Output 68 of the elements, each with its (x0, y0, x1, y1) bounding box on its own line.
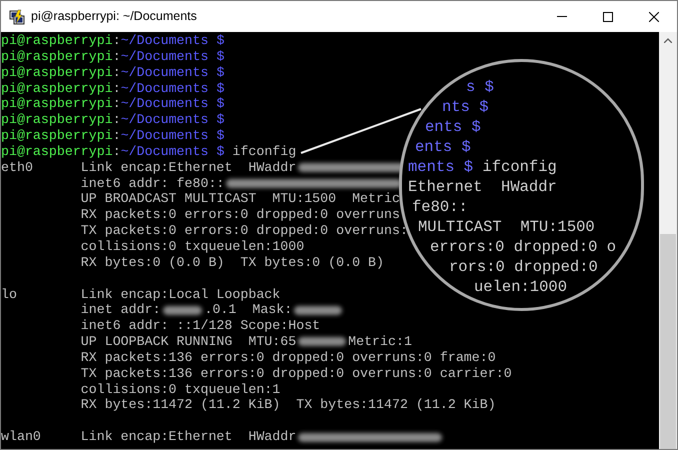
output-text: Link encap:Local Loopback (80, 286, 280, 302)
output-text: collisions:0 txqueuelen:1 (80, 382, 280, 398)
prompt-separator: : (112, 33, 121, 49)
output-text: UP LOOPBACK RUNNING MTU:65 (80, 334, 296, 350)
magnified-output-text: Ethernet HWaddr (408, 177, 557, 197)
prompt-user: pi@raspberrypi (1, 33, 113, 49)
prompt-separator: : (112, 144, 121, 160)
prompt-separator: : (112, 80, 121, 96)
blurred-redaction (298, 337, 346, 346)
prompt-path: ~/Documents $ (120, 80, 224, 96)
output-text: inet addr: (80, 302, 161, 318)
close-icon (649, 12, 659, 22)
prompt-path: ~/Documents $ (120, 128, 224, 144)
prompt-user: pi@raspberrypi (1, 128, 113, 144)
output-text: inet6 addr: fe80:: (80, 176, 224, 192)
output-text: inet6 addr: ::1/128 Scope:Host (80, 318, 320, 334)
output-text: RX packets:0 errors:0 dropped:0 overruns (80, 207, 400, 224)
magnified-output-text: fe80:: (412, 197, 468, 217)
blurred-redaction (294, 306, 342, 315)
output-text: RX bytes:0 (0.0 B) TX bytes:0 (0.0 B) (80, 254, 384, 271)
scrollbar-thumb[interactable] (660, 234, 676, 449)
magnified-prompt-path: ents $ (425, 117, 481, 137)
interface-name: eth0 (1, 160, 33, 176)
command-text: ifconfig (232, 144, 296, 160)
scrollbar[interactable] (659, 32, 677, 449)
output-text: UP BROADCAST MULTICAST MTU:1500 Metric (80, 191, 400, 208)
magnified-prompt-path: nts $ (442, 97, 489, 117)
magnified-command-text: ifconfig (482, 157, 557, 177)
output-text: Link encap:Ethernet HWaddr (80, 429, 296, 445)
output-text: RX bytes:11472 (11.2 KiB) TX bytes:11472 (11.2 KiB) (80, 397, 496, 414)
output-text: TX packets:136 errors:0 dropped:0 overruns:0 carrier:0 (80, 366, 512, 382)
prompt-user: pi@raspberrypi (1, 80, 113, 96)
prompt-user: pi@raspberrypi (1, 96, 113, 112)
magnified-output-text: uelen:1000 (474, 277, 568, 297)
blurred-redaction (162, 306, 202, 315)
prompt-path: ~/Documents $ (120, 144, 224, 160)
magnified-output-text: errors:0 dropped:0 o (430, 237, 616, 257)
magnified-prompt-path: ments $ (408, 157, 474, 177)
magnified-prompt-path: ents $ (415, 137, 471, 157)
output-text: collisions:0 txqueuelen:1000 (80, 238, 304, 255)
terminal-app-icon (9, 8, 25, 24)
prompt-separator: : (112, 48, 121, 65)
prompt-separator: : (112, 128, 121, 144)
prompt-user: pi@raspberrypi (1, 48, 113, 65)
prompt-separator: : (112, 64, 121, 81)
magnified-output-text: rors:0 dropped:0 (449, 257, 598, 277)
output-text: TX packets:0 errors:0 dropped:0 overruns: (80, 223, 408, 239)
prompt-user: pi@raspberrypi (1, 144, 113, 160)
output-text: Link encap:Ethernet HWaddr (80, 160, 296, 176)
prompt-path: ~/Documents $ (120, 33, 224, 49)
prompt-path: ~/Documents $ (120, 48, 224, 65)
prompt-separator: : (112, 96, 121, 112)
interface-name: wlan0 (1, 429, 41, 445)
prompt-path: ~/Documents $ (120, 64, 224, 81)
prompt-path: ~/Documents $ (120, 96, 224, 112)
prompt-path: ~/Documents $ (120, 112, 224, 128)
output-text: Metric:1 (348, 334, 412, 350)
minimize-icon (557, 16, 567, 17)
prompt-user: pi@raspberrypi (1, 112, 113, 128)
interface-name: lo (1, 286, 17, 302)
prompt-separator: : (112, 112, 121, 128)
output-text: RX packets:136 errors:0 dropped:0 overruns:0 frame:0 (80, 350, 496, 366)
prompt-user: pi@raspberrypi (1, 64, 113, 81)
window-title: pi@raspberrypi: ~/Documents (31, 8, 197, 26)
magnified-output-text: MULTICAST MTU:1500 (418, 217, 595, 237)
magnified-prompt-path: s $ (466, 77, 494, 97)
maximize-icon (603, 12, 613, 22)
output-text: .0.1 Mask: (204, 302, 292, 318)
